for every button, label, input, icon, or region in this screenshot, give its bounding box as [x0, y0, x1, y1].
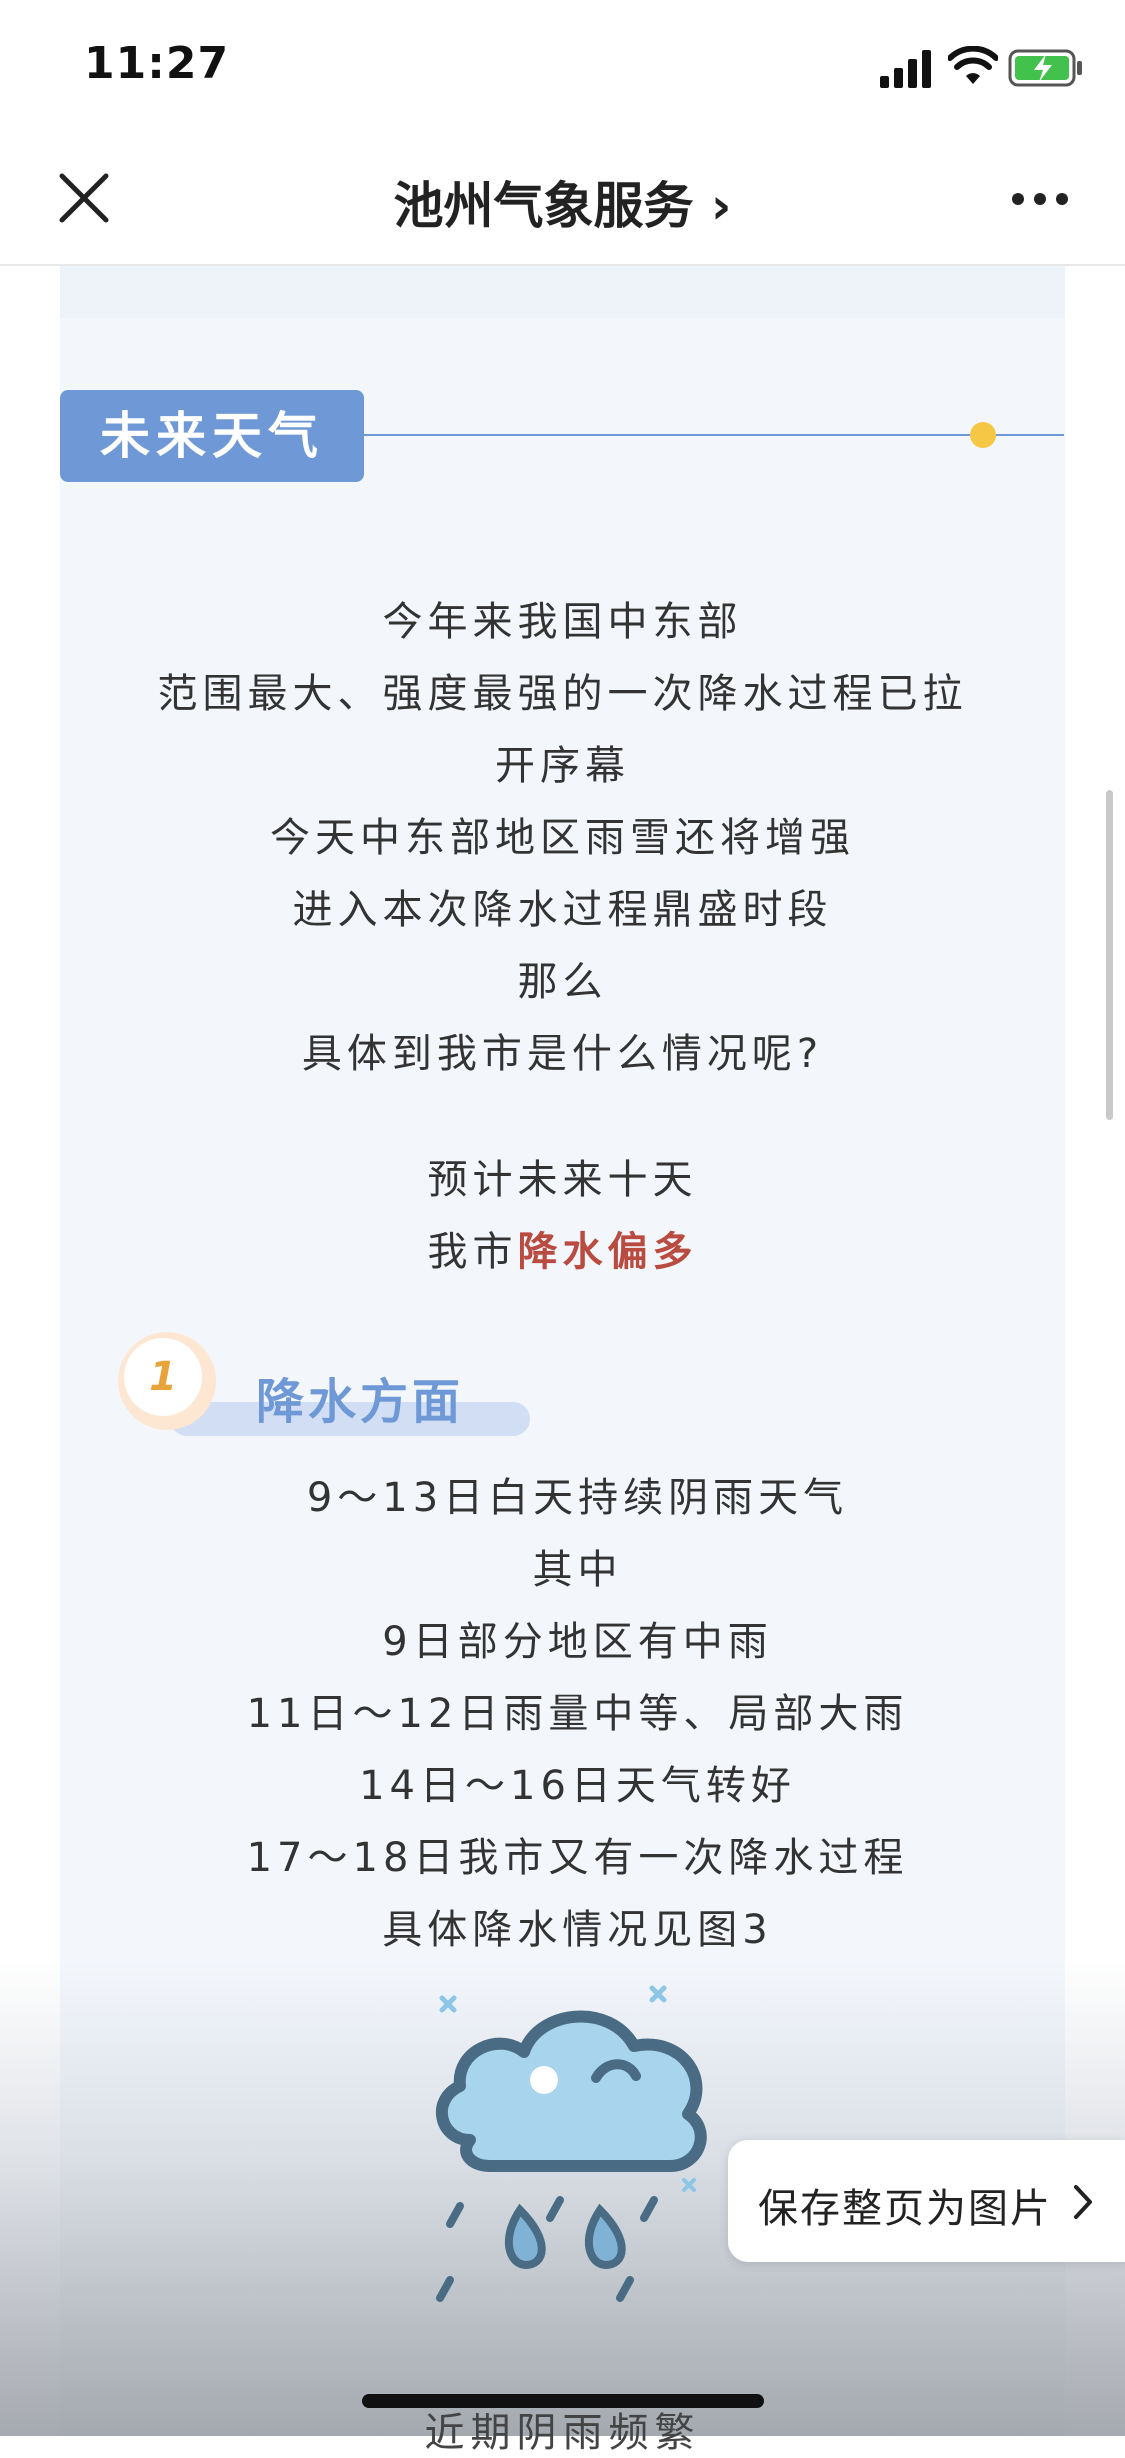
intro-line: 今年来我国中东部	[382, 599, 743, 645]
rain-paragraph: 9～13日白天持续阴雨天气 其中 9日部分地区有中雨 11日～12日雨量中等、局…	[75, 1462, 1065, 1966]
intro-line: 具体到我市是什么情况呢?	[301, 1031, 824, 1077]
battery-charging-icon	[1008, 49, 1082, 87]
home-indicator[interactable]	[362, 2394, 764, 2408]
status-bar: 11:27	[0, 0, 1125, 132]
forecast-paragraph: 预计未来十天 我市降水偏多	[60, 1144, 1065, 1288]
intro-line: 开序幕	[495, 743, 630, 789]
forecast-prefix: 我市	[427, 1229, 518, 1275]
rain-line: 9日部分地区有中雨	[382, 1619, 773, 1665]
rain-line: 14日～16日天气转好	[359, 1763, 796, 1809]
cellular-signal-icon	[880, 50, 931, 88]
nav-bar: 池州气象服务 ›	[0, 132, 1125, 266]
rain-cloud-icon	[436, 1985, 707, 2302]
rain-line: 具体降水情况见图3	[382, 1907, 773, 1953]
more-options-icon[interactable]	[1010, 190, 1070, 208]
section-divider	[364, 434, 1064, 436]
subsection-title: 降水方面	[256, 1374, 465, 1430]
wifi-icon	[948, 46, 998, 84]
forecast-line: 预计未来十天	[427, 1157, 698, 1203]
subsection-number: 1	[124, 1338, 202, 1416]
rain-line: 9～13日白天持续阴雨天气	[306, 1475, 849, 1521]
intro-line: 那么	[517, 959, 608, 1005]
rain-line: 其中	[532, 1547, 623, 1593]
forecast-line: 我市降水偏多	[60, 1216, 1065, 1288]
top-strip	[60, 266, 1065, 318]
intro-line: 进入本次降水过程鼎盛时段	[292, 887, 833, 933]
chevron-right-icon	[1074, 2185, 1092, 2219]
save-page-as-image-button[interactable]: 保存整页为图片	[728, 2140, 1125, 2262]
status-time: 11:27	[84, 38, 230, 89]
page-title[interactable]: 池州气象服务 ›	[0, 166, 1125, 238]
section-title: 未来天气	[60, 390, 364, 482]
intro-paragraph: 今年来我国中东部 范围最大、强度最强的一次降水过程已拉 开序幕 今天中东部地区雨…	[60, 586, 1065, 1090]
subsection-number-badge: 1	[118, 1332, 216, 1430]
scrollbar-thumb[interactable]	[1106, 790, 1113, 1120]
forecast-highlight: 降水偏多	[517, 1229, 698, 1275]
section-dot	[970, 422, 996, 448]
rain-line: 11日～12日雨量中等、局部大雨	[246, 1691, 909, 1737]
save-button-label: 保存整页为图片	[758, 2186, 1052, 2232]
rain-line: 17～18日我市又有一次降水过程	[246, 1835, 909, 1881]
intro-line: 今天中东部地区雨雪还将增强	[270, 815, 855, 861]
partial-paragraph: 近期阴雨频繁	[424, 2410, 701, 2456]
intro-line: 范围最大、强度最强的一次降水过程已拉	[157, 671, 968, 717]
